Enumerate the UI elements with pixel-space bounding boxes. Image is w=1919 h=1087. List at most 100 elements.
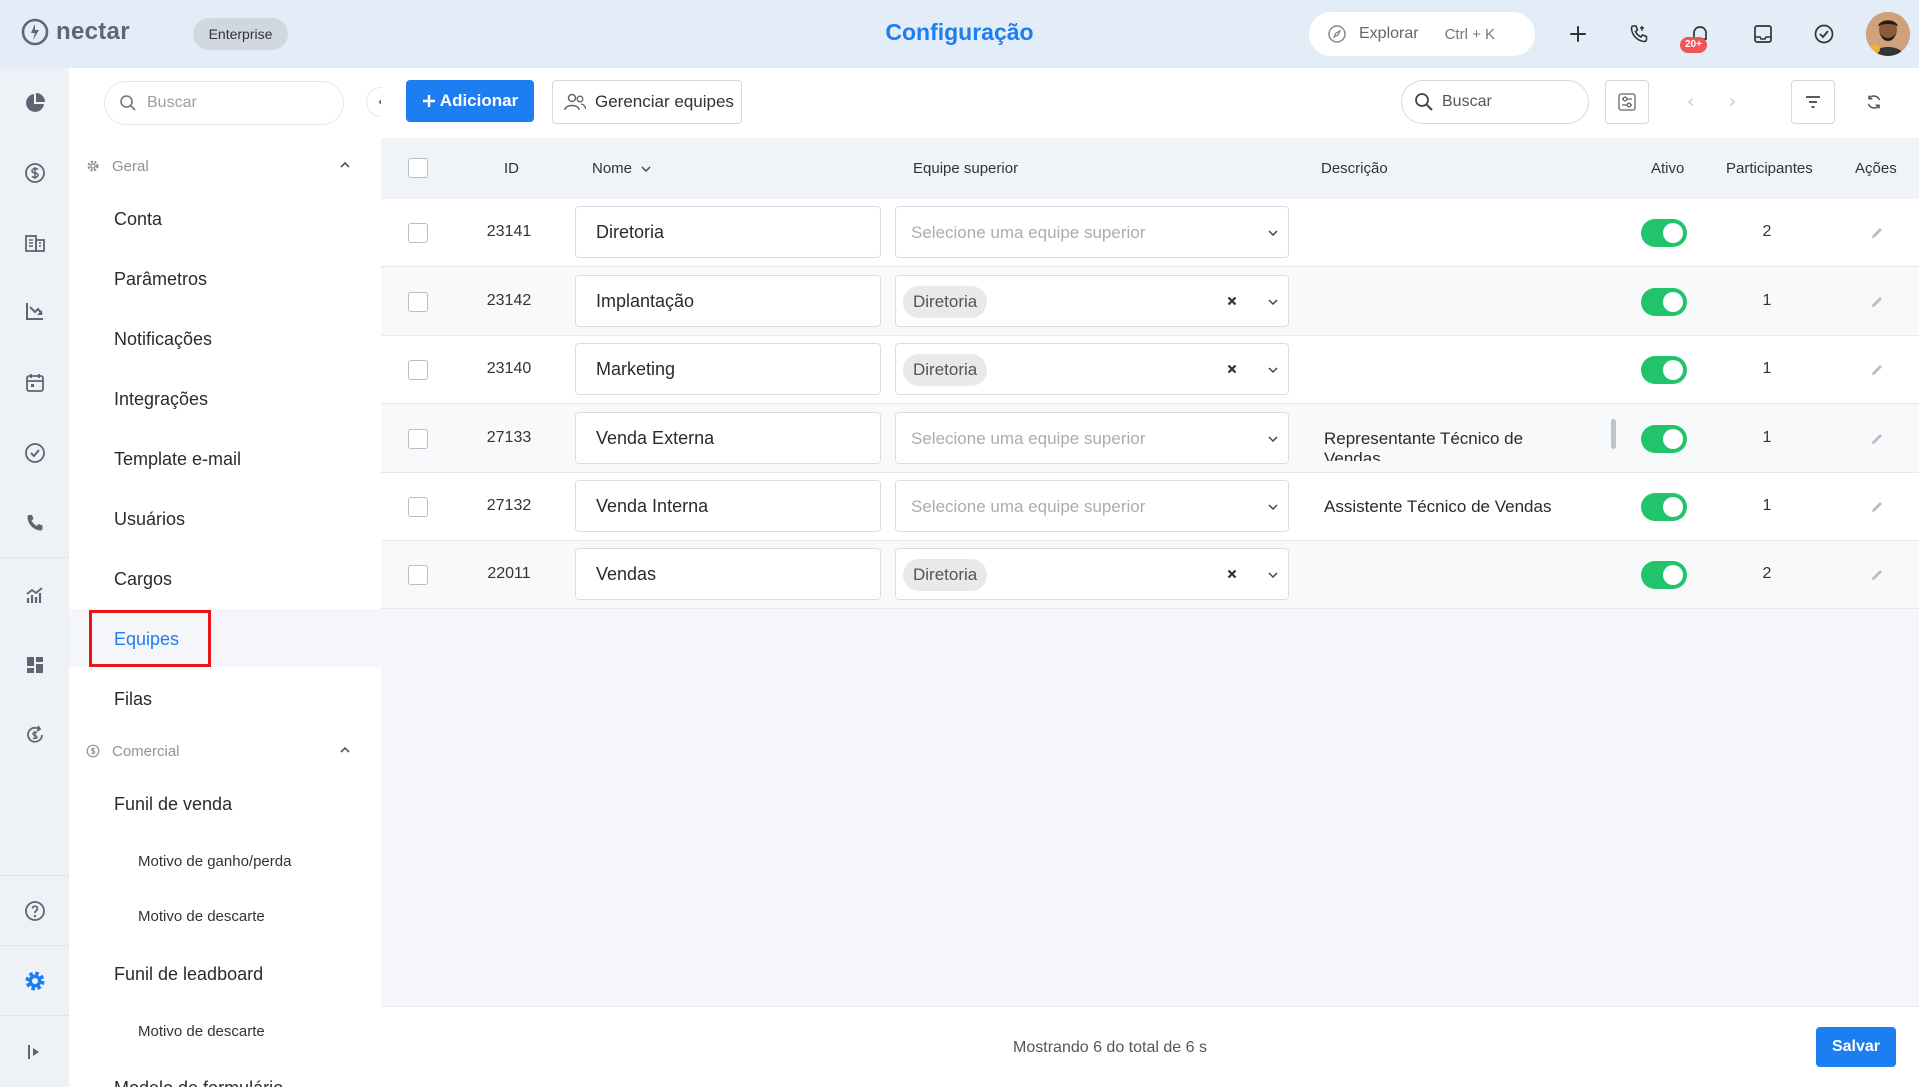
sidebar-item-filas[interactable]: Filas: [114, 689, 152, 710]
analytics-icon[interactable]: [20, 580, 50, 610]
column-header-participantes[interactable]: Participantes: [1726, 160, 1813, 177]
expand-icon[interactable]: [20, 1037, 50, 1067]
sidebar-item-notificacoes[interactable]: Notificações: [114, 329, 212, 350]
sidebar-search[interactable]: [104, 81, 344, 125]
parent-team-select[interactable]: Selecione uma equipe superior: [895, 206, 1289, 258]
dollar-icon[interactable]: [20, 158, 50, 188]
sidebar-item-motivo-descarte-leadboard[interactable]: Motivo de descarte: [138, 1023, 265, 1040]
row-checkbox[interactable]: [408, 429, 428, 449]
explore-button[interactable]: Explorar Ctrl + K: [1309, 12, 1535, 56]
row-checkbox[interactable]: [408, 223, 428, 243]
calendar-icon[interactable]: [20, 368, 50, 398]
team-description[interactable]: Assistente Técnico de Vendas: [1324, 497, 1574, 517]
team-name-input[interactable]: Venda Interna: [575, 480, 881, 532]
row-checkbox[interactable]: [408, 360, 428, 380]
rail-divider: [0, 557, 69, 558]
chevron-down-icon: [1266, 295, 1280, 309]
check-circle-icon[interactable]: [20, 438, 50, 468]
clear-icon[interactable]: [1224, 361, 1240, 377]
active-toggle[interactable]: [1641, 288, 1687, 316]
inbox-icon[interactable]: [1749, 20, 1777, 48]
row-id: 23141: [486, 223, 532, 240]
sidebar-item-usuarios[interactable]: Usuários: [114, 509, 185, 530]
participants-count: 2: [1762, 565, 1772, 582]
task-check-icon[interactable]: [1810, 20, 1838, 48]
team-name-input[interactable]: Venda Externa: [575, 412, 881, 464]
pencil-icon[interactable]: [1867, 223, 1887, 243]
active-toggle[interactable]: [1641, 356, 1687, 384]
active-toggle[interactable]: [1641, 493, 1687, 521]
widgets-icon[interactable]: [20, 650, 50, 680]
participants-count: 2: [1762, 223, 1772, 240]
sidebar-item-funil-de-leadboard[interactable]: Funil de leadboard: [114, 964, 263, 985]
filter-button[interactable]: [1791, 80, 1835, 124]
parent-team-select[interactable]: Selecione uma equipe superior: [895, 412, 1289, 464]
help-icon[interactable]: [20, 896, 50, 926]
column-header-nome[interactable]: Nome: [592, 160, 652, 177]
parent-team-select[interactable]: Diretoria: [895, 343, 1289, 395]
section-comercial[interactable]: Comercial: [86, 739, 366, 763]
add-button[interactable]: Adicionar: [406, 80, 534, 122]
active-toggle[interactable]: [1641, 425, 1687, 453]
parent-team-placeholder: Selecione uma equipe superior: [911, 223, 1146, 242]
prev-page-button[interactable]: [1682, 93, 1700, 111]
team-description[interactable]: Representante Técnico de Vendas: [1324, 429, 1574, 461]
clear-icon[interactable]: [1224, 566, 1240, 582]
team-name-input[interactable]: Implantação: [575, 275, 881, 327]
sidebar-item-cargos[interactable]: Cargos: [114, 569, 172, 590]
parent-team-select[interactable]: Diretoria: [895, 548, 1289, 600]
team-name-input[interactable]: Vendas: [575, 548, 881, 600]
clear-icon[interactable]: [1224, 293, 1240, 309]
pencil-icon[interactable]: [1867, 360, 1887, 380]
parent-team-select[interactable]: Diretoria: [895, 275, 1289, 327]
manage-teams-button[interactable]: Gerenciar equipes: [552, 80, 742, 124]
phone-call-icon[interactable]: [1625, 20, 1653, 48]
select-all-checkbox[interactable]: [408, 158, 428, 178]
rail-divider: [0, 945, 69, 946]
user-avatar[interactable]: [1866, 12, 1910, 56]
team-name-input[interactable]: Diretoria: [575, 206, 881, 258]
team-name-input[interactable]: Marketing: [575, 343, 881, 395]
phone-icon[interactable]: [20, 508, 50, 538]
sidebar-item-parametros[interactable]: Parâmetros: [114, 269, 207, 290]
pencil-icon[interactable]: [1867, 292, 1887, 312]
dashboard-icon[interactable]: [20, 88, 50, 118]
chart-down-icon[interactable]: [20, 296, 50, 326]
column-header-id[interactable]: ID: [504, 160, 519, 177]
pencil-icon[interactable]: [1867, 497, 1887, 517]
active-toggle[interactable]: [1641, 219, 1687, 247]
sidebar-item-integracoes[interactable]: Integrações: [114, 389, 208, 410]
sidebar-item-funil-de-venda[interactable]: Funil de venda: [114, 794, 232, 815]
sidebar-item-conta[interactable]: Conta: [114, 209, 162, 230]
column-header-ativo[interactable]: Ativo: [1651, 160, 1684, 177]
column-header-equipe-superior[interactable]: Equipe superior: [913, 160, 1018, 177]
sidebar-item-template-email[interactable]: Template e-mail: [114, 449, 241, 470]
table-search[interactable]: [1401, 80, 1589, 124]
sidebar-item-modelo-de-formulario[interactable]: Modelo de formulário: [114, 1078, 283, 1087]
table-search-input[interactable]: [1442, 93, 1572, 111]
gear-icon: [86, 159, 100, 173]
column-settings-button[interactable]: [1605, 80, 1649, 124]
column-header-descricao[interactable]: Descrição: [1321, 160, 1388, 177]
logo[interactable]: nectar: [20, 17, 130, 47]
sidebar-search-input[interactable]: [147, 94, 317, 112]
plus-icon[interactable]: [1564, 20, 1592, 48]
sidebar-item-motivo-ganho-perda[interactable]: Motivo de ganho/perda: [138, 853, 291, 870]
description-scrollbar[interactable]: [1611, 419, 1616, 449]
add-button-label: Adicionar: [439, 91, 519, 110]
parent-team-select[interactable]: Selecione uma equipe superior: [895, 480, 1289, 532]
row-checkbox[interactable]: [408, 497, 428, 517]
row-checkbox[interactable]: [408, 292, 428, 312]
refresh-icon[interactable]: [1864, 92, 1884, 112]
building-icon[interactable]: [20, 228, 50, 258]
next-page-button[interactable]: [1723, 93, 1741, 111]
active-toggle[interactable]: [1641, 561, 1687, 589]
pencil-icon[interactable]: [1867, 565, 1887, 585]
save-button[interactable]: Salvar: [1816, 1027, 1896, 1067]
sidebar-item-motivo-descarte[interactable]: Motivo de descarte: [138, 908, 265, 925]
row-checkbox[interactable]: [408, 565, 428, 585]
settings-icon[interactable]: [20, 966, 50, 996]
section-geral[interactable]: Geral: [86, 154, 366, 178]
pencil-icon[interactable]: [1867, 429, 1887, 449]
refresh-dollar-icon[interactable]: [20, 720, 50, 750]
